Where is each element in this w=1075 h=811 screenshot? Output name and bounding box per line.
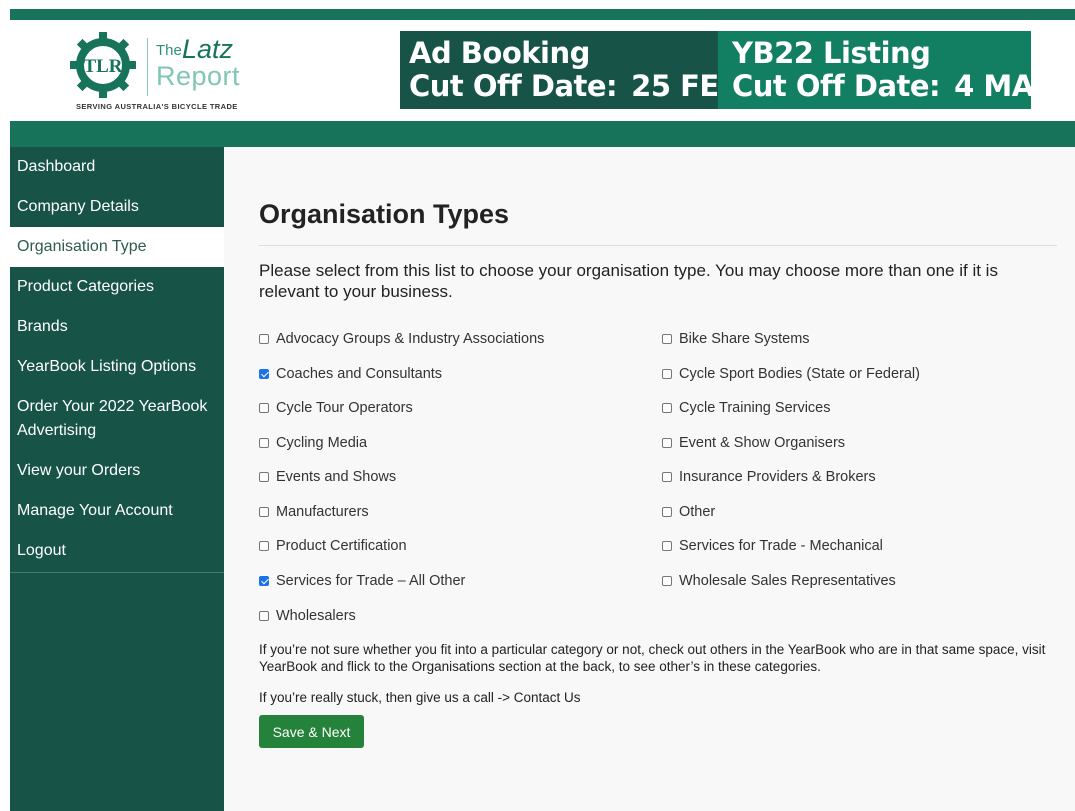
contact-us-link[interactable]: Contact Us (514, 690, 581, 705)
option-checkbox[interactable] (662, 507, 672, 517)
title-divider (259, 245, 1057, 246)
yb22-cutoff-label: Cut Off Date: (732, 69, 941, 103)
yb22-listing-panel: YB22 Listing Cut Off Date: 4 MAR (718, 31, 1056, 109)
option-services-trade-mechanical[interactable]: Services for Trade - Mechanical (662, 536, 883, 556)
option-checkbox[interactable] (259, 334, 269, 344)
option-event-show-organisers[interactable]: Event & Show Organisers (662, 433, 845, 453)
option-label: Advocacy Groups & Industry Associations (276, 331, 545, 347)
option-label: Product Certification (276, 538, 407, 554)
option-checkbox[interactable] (259, 369, 269, 379)
save-next-button[interactable]: Save & Next (259, 715, 364, 748)
option-label: Bike Share Systems (679, 331, 810, 347)
main-content: Organisation Types Please select from th… (224, 147, 1075, 811)
option-services-trade-all-other[interactable]: Services for Trade – All Other (259, 571, 465, 591)
sidebar-item-dashboard[interactable]: Dashboard (10, 147, 224, 187)
ad-cutoff-label: Cut Off Date: (409, 69, 618, 103)
option-cycling-media[interactable]: Cycling Media (259, 433, 367, 453)
option-checkbox[interactable] (662, 472, 672, 482)
page-title: Organisation Types (259, 199, 510, 229)
option-checkbox[interactable] (259, 472, 269, 482)
option-checkbox[interactable] (259, 403, 269, 413)
sidebar-item-manage-account[interactable]: Manage Your Account (10, 491, 224, 531)
site-header: TLR The Latz Report SERVING AUSTRALIA'S … (10, 20, 1075, 121)
option-label: Wholesalers (276, 608, 356, 624)
option-other[interactable]: Other (662, 502, 715, 522)
option-checkbox[interactable] (662, 403, 672, 413)
sidebar-item-organisation-type[interactable]: Organisation Type (10, 227, 224, 267)
option-wholesalers[interactable]: Wholesalers (259, 606, 356, 626)
option-checkbox[interactable] (662, 541, 672, 551)
option-cycle-sport-bodies[interactable]: Cycle Sport Bodies (State or Federal) (662, 364, 920, 384)
option-label: Cycle Tour Operators (276, 400, 413, 416)
option-product-certification[interactable]: Product Certification (259, 536, 407, 556)
gear-logo-icon: TLR (70, 32, 136, 98)
sidebar-item-company-details[interactable]: Company Details (10, 187, 224, 227)
option-label: Services for Trade – All Other (276, 573, 466, 589)
option-checkbox[interactable] (662, 369, 672, 379)
option-label: Cycle Sport Bodies (State or Federal) (679, 366, 920, 382)
intro-text: Please select from this list to choose y… (259, 261, 998, 301)
option-checkbox[interactable] (259, 507, 269, 517)
yb22-listing-title: YB22 Listing (732, 36, 931, 70)
option-cycle-tour-operators[interactable]: Cycle Tour Operators (259, 398, 413, 418)
sidebar-item-brands[interactable]: Brands (10, 307, 224, 347)
option-checkbox[interactable] (259, 438, 269, 448)
ad-booking-title: Ad Booking (409, 36, 590, 70)
option-coaches-consultants[interactable]: Coaches and Consultants (259, 364, 442, 384)
logo-initials: TLR (83, 56, 122, 77)
option-label: Cycling Media (276, 435, 368, 451)
sidebar-divider (10, 572, 224, 573)
sidebar-item-yearbook-listing-options[interactable]: YearBook Listing Options (10, 347, 224, 387)
option-label: Cycle Training Services (679, 400, 831, 416)
option-advocacy-groups[interactable]: Advocacy Groups & Industry Associations (259, 329, 544, 349)
option-wholesale-sales-reps[interactable]: Wholesale Sales Representatives (662, 571, 896, 591)
contact-prompt: If you’re really stuck, then give us a c… (259, 690, 514, 705)
option-cycle-training-services[interactable]: Cycle Training Services (662, 398, 831, 418)
option-label: Events and Shows (276, 469, 397, 485)
logo-report-text: Report (156, 61, 241, 91)
latz-report-logo[interactable]: TLR The Latz Report SERVING AUSTRALIA'S … (66, 30, 246, 115)
top-stripe (10, 9, 1075, 20)
option-label: Event & Show Organisers (679, 435, 846, 451)
option-events-and-shows[interactable]: Events and Shows (259, 467, 396, 487)
sidebar-nav: Dashboard Company Details Organisation T… (10, 147, 224, 811)
option-checkbox[interactable] (259, 611, 269, 621)
option-checkbox[interactable] (259, 576, 269, 586)
help-note: If you’re not sure whether you fit into … (259, 642, 1046, 674)
option-checkbox[interactable] (662, 334, 672, 344)
option-label: Other (679, 504, 716, 520)
option-bike-share-systems[interactable]: Bike Share Systems (662, 329, 810, 349)
ad-booking-panel: Ad Booking Cut Off Date: 25 FEB (400, 31, 741, 109)
ad-booking-date-line: Cut Off Date: 25 FEB (409, 69, 741, 103)
logo-divider (147, 38, 148, 96)
sidebar-item-order-yearbook-advertising[interactable]: Order Your 2022 YearBook Advertising (10, 387, 224, 451)
option-checkbox[interactable] (662, 576, 672, 586)
option-label: Wholesale Sales Representatives (679, 573, 896, 589)
sidebar-item-logout[interactable]: Logout (10, 531, 224, 571)
option-label: Coaches and Consultants (276, 366, 443, 382)
sidebar-item-view-orders[interactable]: View your Orders (10, 451, 224, 491)
cutoff-banner[interactable]: Ad Booking Cut Off Date: 25 FEB YB22 List… (400, 31, 1056, 109)
header-green-bar (10, 121, 1075, 147)
option-label: Insurance Providers & Brokers (679, 469, 876, 485)
option-checkbox[interactable] (259, 541, 269, 551)
option-label: Manufacturers (276, 504, 369, 520)
option-insurance-providers[interactable]: Insurance Providers & Brokers (662, 467, 876, 487)
logo-the-text: The (156, 42, 182, 59)
option-checkbox[interactable] (662, 438, 672, 448)
contact-line: If you’re really stuck, then give us a c… (259, 690, 581, 705)
yb22-cutoff-date: 4 MAR (954, 69, 1056, 103)
sidebar-item-product-categories[interactable]: Product Categories (10, 267, 224, 307)
option-label: Services for Trade - Mechanical (679, 538, 883, 554)
option-manufacturers[interactable]: Manufacturers (259, 502, 369, 522)
logo-tagline: SERVING AUSTRALIA'S BICYCLE TRADE (76, 102, 238, 111)
yb22-date-line: Cut Off Date: 4 MAR (732, 69, 1056, 103)
